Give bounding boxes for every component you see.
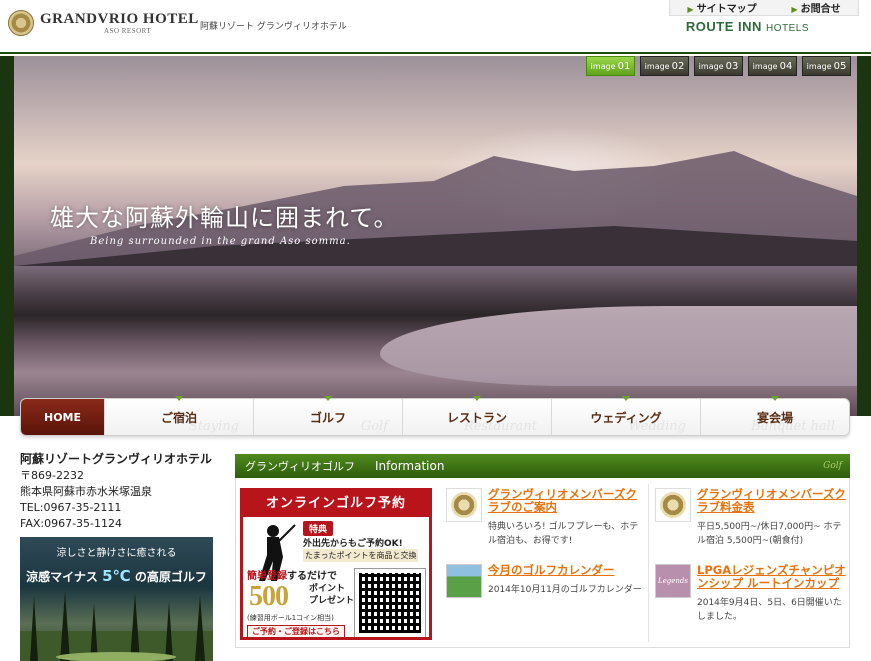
nav-banquet[interactable]: 宴会場 Banquet hall — [701, 396, 849, 435]
site-header: GRANDVRIO HOTEL ASO RESORT 阿蘇リゾート グランヴィリ… — [0, 0, 871, 54]
news-item: Legends LPGAレジェンズチャンピオンシップ ルートインカップ 2014… — [649, 560, 848, 636]
logo-main-text: GRANDVRIO HOTEL — [40, 10, 199, 27]
info-golf-en: Golf — [823, 461, 842, 471]
nav-marker-icon — [175, 396, 183, 401]
nav-restaurant[interactable]: レストラン Restaurant — [403, 396, 552, 435]
news-description: 特典いろいろ! ゴルフプレーも、ホテル宿泊も、お得です! — [488, 522, 639, 546]
sitemap-link[interactable]: ▶ サイトマップ — [687, 0, 756, 15]
image-tabs: image 01 image 02 image 03 image 04 image 05 — [586, 56, 851, 76]
lpga-legends-logo-icon[interactable]: Legends — [655, 564, 691, 598]
hotel-logo[interactable]: GRANDVRIO HOTEL ASO RESORT — [8, 10, 199, 36]
news-column-1: グランヴィリオメンバーズクラブのご案内 特典いろいろ! ゴルフプレーも、ホテル宿… — [442, 484, 642, 636]
lake-reflection — [380, 306, 858, 386]
promo-line-1: 外出先からもご予約OK! — [303, 539, 403, 549]
image-tab-02[interactable]: image 02 — [640, 56, 689, 76]
image-tab-01[interactable]: image 01 — [586, 56, 635, 76]
main-navigation: HOME ご宿泊 Staying ゴルフ Golf レストラン Restaura… — [20, 396, 850, 436]
image-tab-05[interactable]: image 05 — [802, 56, 851, 76]
nav-staying[interactable]: ご宿泊 Staying — [105, 396, 254, 435]
street-address: 熊本県阿蘇市赤水米塚温泉 — [20, 485, 152, 498]
contact-link[interactable]: ▶ お問合せ — [791, 0, 840, 15]
news-description: 2014年9月4日、5日、6日開催いたしました。 — [697, 598, 842, 622]
nav-marker-icon — [324, 396, 332, 401]
news-item: 今月のゴルフカレンダー 2014年10月11月のゴルフカレンダー — [442, 560, 642, 636]
banner-tagline: 涼しさと静けさに癒される — [56, 548, 177, 559]
news-title-link[interactable]: LPGAレジェンズチャンピオンシップ ルートインカップ — [697, 560, 848, 590]
info-section-title: グランヴィリオゴルフ — [245, 460, 355, 473]
news-title-link[interactable]: グランヴィリオメンバーズクラブ料金表 — [697, 484, 848, 514]
promo-badge: 特典 — [303, 521, 334, 536]
golf-information-body: オンラインゴルフ予約 特典 外出先からもご予約OK! たまったポイントを商品と交… — [235, 478, 850, 648]
banner-headline: 涼感マイナス 5℃ の高原ゴルフ — [26, 567, 207, 585]
promo-line-2: たまったポイントを商品と交換 — [303, 549, 419, 562]
route-inn-logo[interactable]: ROUTE INN HOTELS — [686, 19, 809, 34]
news-description: 平日5,500円~/休日7,000円~ ホテル宿泊 5,500円~(朝食付) — [697, 522, 842, 546]
promo-note: (練習用ボール1コイン相当) — [247, 614, 334, 622]
nav-marker-icon — [622, 396, 630, 401]
news-item: グランヴィリオメンバーズクラブ料金表 平日5,500円~/休日7,000円~ ホ… — [649, 484, 848, 560]
nav-home[interactable]: HOME — [21, 399, 105, 435]
news-item: グランヴィリオメンバーズクラブのご案内 特典いろいろ! ゴルフプレーも、ホテル宿… — [442, 484, 642, 560]
golf-course-thumbnail[interactable] — [446, 564, 482, 598]
hotel-address: 阿蘇リゾートグランヴィリオホテル 〒869-2232 熊本県阿蘇市赤水米塚温泉 … — [20, 451, 212, 532]
promo-heading: オンラインゴルフ予約 — [243, 491, 429, 517]
hero-title: 雄大な阿蘇外輪山に囲まれて。 — [50, 204, 399, 232]
promo-points-label: ポイント プレゼント — [309, 584, 355, 606]
members-club-logo-icon[interactable] — [655, 488, 691, 522]
utility-links: ▶ サイトマップ ▶ お問合せ — [669, 0, 859, 16]
nav-marker-icon — [771, 396, 779, 401]
highland-golf-banner[interactable]: 涼しさと静けさに癒される 涼感マイナス 5℃ の高原ゴルフ — [20, 537, 213, 661]
hero-subtitle: Being surrounded in the grand Aso somma. — [90, 236, 351, 247]
nav-wedding[interactable]: ウェディング Wedding — [552, 396, 701, 435]
arrow-right-icon: ▶ — [791, 5, 798, 14]
news-title-link[interactable]: 今月のゴルフカレンダー — [488, 560, 642, 577]
promo-booking-button[interactable]: ご予約・ご登録はこちら — [247, 625, 345, 637]
hotel-name: 阿蘇リゾートグランヴィリオホテル — [20, 452, 213, 466]
image-tab-04[interactable]: image 04 — [748, 56, 797, 76]
news-description: 2014年10月11月のゴルフカレンダー — [488, 585, 642, 595]
arrow-right-icon: ▶ — [687, 5, 694, 14]
online-golf-booking-banner[interactable]: オンラインゴルフ予約 特典 外出先からもご予約OK! たまったポイントを商品と交… — [240, 488, 432, 640]
promo-register: 簡単登録するだけで — [247, 571, 337, 582]
postal-code: 〒869-2232 — [20, 469, 84, 482]
news-title-link[interactable]: グランヴィリオメンバーズクラブのご案内 — [488, 484, 642, 514]
hotel-emblem-icon — [8, 10, 34, 36]
telephone: TEL:0967-35-2111 — [20, 501, 122, 514]
golf-information-header: グランヴィリオゴルフ Information Golf — [235, 454, 850, 478]
forest-image — [20, 591, 213, 661]
news-column-2: グランヴィリオメンバーズクラブ料金表 平日5,500円~/休日7,000円~ ホ… — [648, 484, 848, 642]
logo-sub-text: ASO RESORT — [104, 26, 152, 35]
nav-marker-icon — [473, 396, 481, 401]
hero-slideshow: 雄大な阿蘇外輪山に囲まれて。 Being surrounded in the g… — [0, 56, 871, 416]
info-label: Information — [375, 459, 445, 473]
promo-points-amount: 500 — [249, 581, 289, 612]
nav-golf[interactable]: ゴルフ Golf — [254, 396, 403, 435]
fax: FAX:0967-35-1124 — [20, 517, 123, 530]
members-club-logo-icon[interactable] — [446, 488, 482, 522]
header-tagline: 阿蘇リゾート グランヴィリオホテル — [200, 22, 347, 32]
image-tab-03[interactable]: image 03 — [694, 56, 743, 76]
qr-code-icon[interactable] — [354, 568, 426, 637]
